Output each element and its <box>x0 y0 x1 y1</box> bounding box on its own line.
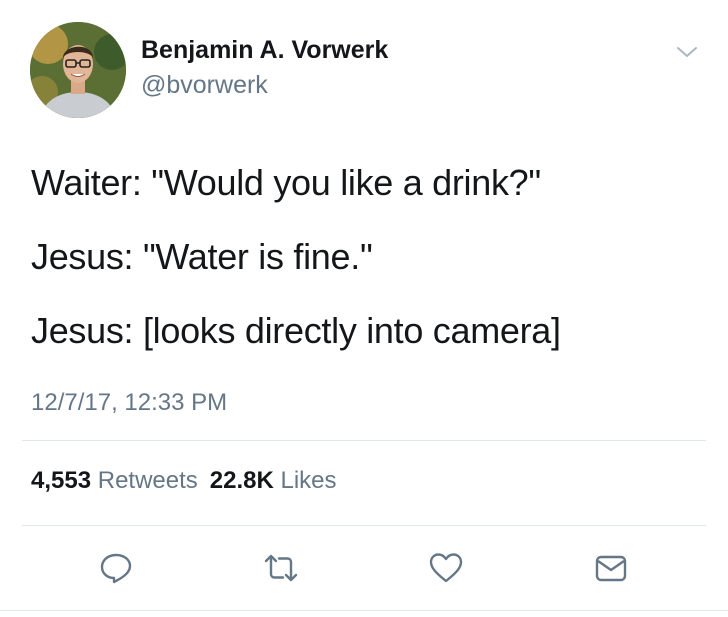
profile-photo <box>30 22 126 118</box>
divider <box>22 440 706 441</box>
retweet-icon[interactable] <box>261 548 301 588</box>
tweet-text: Waiter: "Would you like a drink?" Jesus:… <box>31 162 711 352</box>
chevron-down-icon[interactable] <box>673 40 701 64</box>
tweet-line: Jesus: "Water is fine." <box>31 236 373 277</box>
retweets-stat[interactable]: 4,553 Retweets <box>31 467 198 495</box>
user-handle[interactable]: @bvorwerk <box>141 71 268 100</box>
likes-label: Likes <box>280 467 337 494</box>
likes-stat[interactable]: 22.8K Likes <box>210 467 337 495</box>
like-icon[interactable] <box>426 548 466 588</box>
avatar[interactable] <box>30 22 126 118</box>
retweets-label: Retweets <box>97 467 198 494</box>
divider <box>22 525 706 526</box>
timestamp[interactable]: 12/7/17, 12:33 PM <box>31 389 227 417</box>
display-name[interactable]: Benjamin A. Vorwerk <box>141 36 388 65</box>
retweets-count: 4,553 <box>31 467 92 494</box>
direct-message-icon[interactable] <box>591 548 631 588</box>
tweet-line: Waiter: "Would you like a drink?" <box>31 162 541 203</box>
likes-count: 22.8K <box>209 467 274 494</box>
divider <box>0 610 728 611</box>
tweet-detail: Benjamin A. Vorwerk @bvorwerk Waiter: "W… <box>0 0 728 617</box>
engagement-stats: 4,553 Retweets 22.8K Likes <box>31 467 349 495</box>
reply-icon[interactable] <box>96 548 136 588</box>
tweet-line: Jesus: [looks directly into camera] <box>31 310 561 351</box>
